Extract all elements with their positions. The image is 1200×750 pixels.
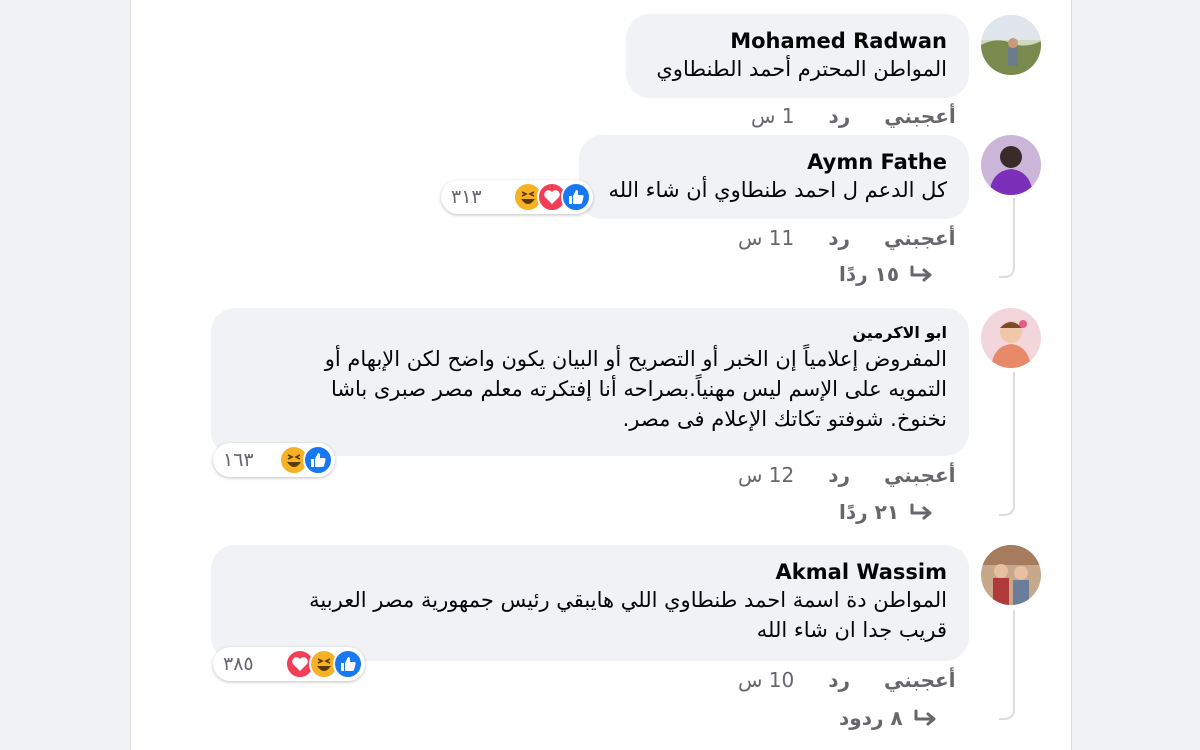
comment-text: المواطن المحترم أحمد الطنطاوي	[656, 57, 947, 81]
reactions-summary[interactable]: ٣١٣	[441, 180, 593, 214]
comment-time[interactable]: 1 س	[751, 104, 795, 128]
like-button[interactable]: أعجبني	[884, 463, 956, 487]
comment-text-line: المفروض إعلامياً إن الخبر أو التصريح أو …	[324, 347, 947, 371]
reply-button[interactable]: رد	[829, 104, 851, 128]
comment-bubble: Akmal Wassim المواطن دة اسمة احمد طنطاوي…	[211, 545, 969, 661]
view-replies-button[interactable]: ١٥ ردًا	[839, 260, 935, 288]
avatar[interactable]	[981, 308, 1041, 368]
comment-actions: 10 س رد أعجبني	[738, 666, 956, 694]
thread-connector	[999, 198, 1015, 278]
comment-text: كل الدعم ل احمد طنطاوي أن شاء الله	[608, 178, 947, 202]
reply-arrow-icon	[910, 265, 932, 282]
comment-time[interactable]: 10 س	[738, 668, 794, 692]
reply-button[interactable]: رد	[828, 463, 850, 487]
comment-text-line: المواطن دة اسمة احمد طنطاوي اللي هايبقي …	[309, 588, 947, 612]
comment-bubble: Aymn Fathe كل الدعم ل احمد طنطاوي أن شاء…	[579, 135, 969, 219]
avatar-photo-mohamed	[981, 15, 1041, 75]
comment-time[interactable]: 12 س	[738, 463, 794, 487]
reactions-summary[interactable]: ١٦٣	[213, 443, 335, 477]
avatar[interactable]	[981, 545, 1041, 605]
comment-text-line: التمويه على الإسم ليس مهنياً.بصراحه أنا …	[330, 377, 947, 401]
comment-author[interactable]: Aymn Fathe	[601, 149, 947, 175]
reply-arrow-icon	[910, 503, 932, 520]
reaction-count: ٣٨٥	[223, 653, 254, 675]
avatar-photo-abu-alakramin	[981, 308, 1041, 368]
like-button[interactable]: أعجبني	[884, 668, 956, 692]
like-icon	[561, 182, 591, 212]
comment-actions: 12 س رد أعجبني	[738, 461, 956, 489]
like-icon	[333, 649, 363, 679]
like-button[interactable]: أعجبني	[884, 104, 956, 128]
replies-count: ١٥ ردًا	[839, 262, 900, 286]
reply-button[interactable]: رد	[828, 226, 850, 250]
comment-author[interactable]: Mohamed Radwan	[648, 28, 947, 54]
comment-text-line: نخنوخ. شوفتو تكاتك الإعلام فى مصر.	[622, 407, 947, 431]
comment-actions: 1 س رد أعجبني	[751, 102, 956, 130]
reaction-count: ١٦٣	[223, 449, 254, 471]
comment-bubble: Mohamed Radwan المواطن المحترم أحمد الطن…	[626, 14, 969, 98]
comment-time[interactable]: 11 س	[738, 226, 794, 250]
reply-arrow-icon	[914, 709, 936, 726]
reply-button[interactable]: رد	[828, 668, 850, 692]
like-button[interactable]: أعجبني	[884, 226, 956, 250]
avatar[interactable]	[981, 15, 1041, 75]
view-replies-button[interactable]: ٨ ردود	[839, 704, 939, 732]
replies-count: ٨ ردود	[839, 706, 903, 730]
comment-author[interactable]: Akmal Wassim	[233, 559, 947, 585]
view-replies-button[interactable]: ٢١ ردًا	[839, 498, 935, 526]
comment-author[interactable]: ابو الاكرمين	[233, 322, 947, 344]
avatar-photo-akmal	[981, 545, 1041, 605]
comments-panel: Mohamed Radwan المواطن المحترم أحمد الطن…	[130, 0, 1072, 750]
comment-actions: 11 س رد أعجبني	[738, 224, 956, 252]
comment-text-line: قريب جدا ان شاء الله	[756, 618, 947, 642]
reaction-count: ٣١٣	[451, 186, 482, 208]
comment-bubble: ابو الاكرمين المفروض إعلامياً إن الخبر أ…	[211, 308, 969, 456]
replies-count: ٢١ ردًا	[839, 500, 900, 524]
reactions-summary[interactable]: ٣٨٥	[213, 647, 365, 681]
avatar-photo-aymn	[981, 135, 1041, 195]
avatar[interactable]	[981, 135, 1041, 195]
thread-connector	[999, 610, 1015, 720]
like-icon	[303, 445, 333, 475]
thread-connector	[999, 372, 1015, 516]
